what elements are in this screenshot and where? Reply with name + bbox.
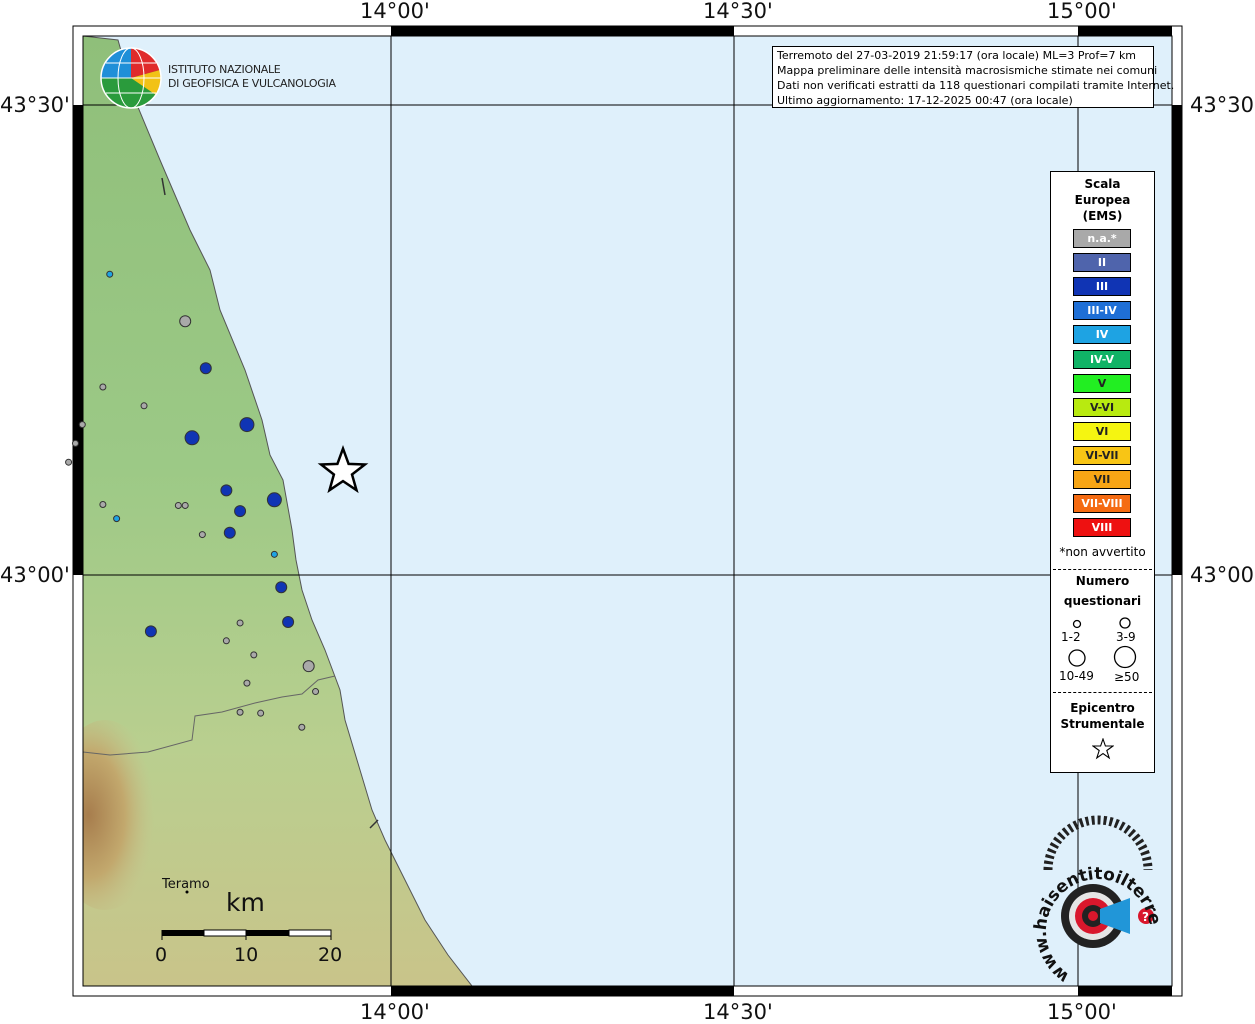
info-line2: Mappa preliminare delle intensità macros… [777,64,1158,77]
legend-swatch: VIII [1073,518,1131,538]
size-3-9-icon [1119,617,1131,629]
intensity-point[interactable] [298,723,306,731]
ingv-logo-text: ISTITUTO NAZIONALE DI GEOFISICA E VULCAN… [168,63,336,91]
legend-swatch: V [1073,373,1131,393]
intensity-point[interactable] [199,362,212,375]
legend-title: Scala Europea (EMS) [1051,176,1154,224]
size-label-3-9: 3-9 [1116,630,1136,644]
legend-swatch: IV [1073,325,1131,345]
legend-swatch: III [1073,277,1131,297]
intensity-point[interactable] [144,625,157,638]
top-label-14-30: 14°30' [703,0,773,23]
intensity-point[interactable] [236,619,244,627]
legend-swatch: II [1073,253,1131,273]
intensity-point[interactable] [257,709,265,717]
epicenter-legend-star-icon [1092,738,1114,760]
intensity-point[interactable] [302,660,315,673]
epicenter-title-line2: Strumentale [1060,717,1145,731]
bottom-label-14-30: 14°30' [703,1000,773,1024]
intensity-point[interactable] [234,505,247,518]
scale-tick-20: 20 [318,944,343,966]
legend-swatch: IV-V [1073,349,1131,369]
intensity-point[interactable] [243,679,251,687]
epicenter-title-line1: Epicentro [1070,701,1135,715]
legend-swatch: VI-VII [1073,445,1131,465]
right-label-43-00: 43°00' [1190,563,1255,587]
intensity-point[interactable] [184,430,200,446]
count-title-line2: questionari [1063,594,1142,608]
legend-note: *non avvertito [1059,545,1146,559]
bottom-label-14-00: 14°00' [360,1000,430,1024]
intensity-point[interactable] [113,515,121,523]
intensity-point[interactable] [65,458,73,466]
size-50-icon [1113,645,1137,669]
place-label-teramo: Teramo [162,877,210,892]
intensity-point[interactable] [220,484,233,497]
legend-swatch: VII [1073,470,1131,489]
intensity-point[interactable] [312,688,320,696]
intensity-point[interactable] [266,492,282,508]
intensity-point[interactable] [223,526,236,539]
intensity-point[interactable] [181,501,189,509]
size-label-1-2: 1-2 [1061,630,1081,644]
intensity-point[interactable] [250,651,258,659]
scale-tick-0: 0 [155,944,168,966]
intensity-point[interactable] [282,616,295,628]
count-title-line1: Numero [1075,574,1130,588]
intensity-point[interactable] [222,637,230,645]
legend-title-line3: (EMS) [1082,209,1123,223]
scale-tick-10: 10 [234,944,259,966]
intensity-point[interactable] [275,581,288,594]
info-line4: Ultimo aggiornamento: 17-12-2025 00:47 (… [777,94,1073,107]
legend-swatch: n.a.* [1073,229,1131,248]
bottom-label-15-00: 15°00' [1047,1000,1117,1024]
ingv-globe-icon [100,47,162,109]
intensity-point[interactable] [239,417,255,433]
intensity-point[interactable] [99,501,107,508]
intensity-point[interactable] [174,501,182,509]
size-label-50: ≥50 [1114,670,1140,684]
top-label-15-00: 15°00' [1047,0,1117,23]
size-10-49-icon [1068,649,1086,667]
intensity-point[interactable] [198,531,206,539]
legend-title-line2: Europea [1074,193,1131,207]
legend-swatch: V-VI [1073,397,1131,417]
left-label-43-30: 43°30' [0,93,70,117]
logo-line2: DI GEOFISICA E VULCANOLOGIA [168,77,336,90]
intensity-point[interactable] [179,315,192,328]
intensity-point[interactable] [140,402,148,410]
info-line1: Terremoto del 27-03-2019 21:59:17 (ora l… [777,49,1137,62]
intensity-point[interactable] [99,383,107,391]
legend-separator [1053,692,1152,693]
mountain-relief [83,720,160,910]
intensity-point[interactable] [106,270,114,278]
legend-title-line1: Scala [1084,177,1121,191]
legend-swatch: VII-VIII [1073,494,1131,514]
scale-unit-label: km [226,888,265,917]
right-label-43-30: 43°30' [1190,93,1255,117]
legend: Scala Europea (EMS) n.a.* II III III-IV IV IV… [1050,171,1155,773]
info-line3: Dati non verificati estratti da 118 ques… [777,79,1175,92]
size-label-10-49: 10-49 [1059,669,1094,683]
intensity-point[interactable] [236,708,244,716]
legend-swatch: III-IV [1073,301,1131,321]
logo-line1: ISTITUTO NAZIONALE [168,63,281,76]
top-label-14-00: 14°00' [360,0,430,23]
intensity-point[interactable] [71,439,79,447]
left-label-43-00: 43°00' [0,563,70,587]
intensity-point[interactable] [270,550,278,558]
size-1-2-icon [1072,619,1082,629]
badge-question-mark: ? [1142,910,1149,924]
legend-separator [1053,569,1152,570]
earthquake-info-box: Terremoto del 27-03-2019 21:59:17 (ora l… [772,46,1175,108]
legend-swatch: VI [1073,421,1131,441]
intensity-point[interactable] [78,421,86,429]
